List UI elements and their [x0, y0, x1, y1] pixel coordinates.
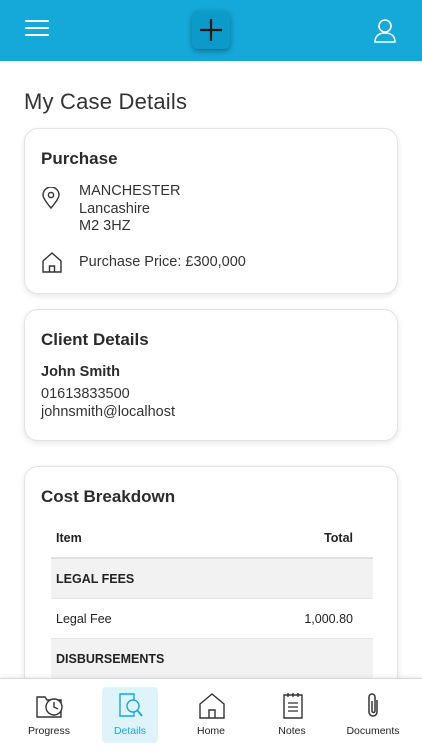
home-icon: [199, 693, 225, 719]
column-header-total: Total: [324, 531, 353, 545]
house-icon: [42, 252, 62, 273]
row-item: DISBURSEMENTS: [56, 652, 165, 666]
tab-progress[interactable]: Progress: [21, 687, 77, 743]
purchase-price: Purchase Price: £300,000: [79, 254, 246, 270]
tab-label: Notes: [278, 725, 306, 737]
table-header: Item Total: [51, 517, 373, 559]
purchase-card: Purchase MANCHESTER Lancashire M2 3HZ Pu…: [24, 128, 398, 294]
add-button[interactable]: [192, 11, 230, 49]
top-app-bar: [0, 0, 422, 61]
table-row: LEGAL FEES: [51, 559, 373, 599]
tab-home[interactable]: Home: [183, 687, 239, 743]
address-line: MANCHESTER: [79, 183, 181, 199]
purchase-address: MANCHESTER Lancashire M2 3HZ: [79, 183, 181, 236]
client-details-card: Client Details John Smith 01613833500 jo…: [24, 309, 398, 441]
column-header-item: Item: [56, 531, 82, 545]
cost-table: Item Total LEGAL FEES Legal Fee 1,000.80…: [51, 517, 373, 678]
row-item: LEGAL FEES: [56, 572, 135, 586]
client-phone[interactable]: 01613833500: [41, 386, 130, 402]
tab-documents[interactable]: Documents: [345, 687, 401, 743]
purchase-card-title: Purchase: [41, 149, 118, 168]
bottom-tab-bar: Progress Details Home Notes Documents: [0, 678, 422, 750]
user-profile-icon[interactable]: [372, 18, 398, 44]
main-content: My Case Details Purchase MANCHESTER Lanc…: [0, 61, 422, 678]
tab-label: Home: [196, 725, 225, 737]
address-line: Lancashire: [79, 200, 150, 217]
hamburger-menu-icon[interactable]: [25, 20, 49, 40]
paperclip-icon: [368, 693, 378, 717]
tab-label: Details: [113, 725, 147, 737]
cost-card-title: Cost Breakdown: [41, 487, 176, 506]
address-line: M2 3HZ: [79, 218, 131, 234]
tab-notes[interactable]: Notes: [264, 687, 320, 743]
row-total: 1,000.80: [304, 612, 353, 626]
page-title: My Case Details: [24, 89, 188, 114]
search-document-icon: [119, 693, 143, 717]
plus-icon: [200, 19, 222, 41]
cost-breakdown-card: Cost Breakdown Item Total LEGAL FEES Leg…: [24, 466, 398, 678]
tab-label: Documents: [346, 725, 400, 737]
row-item: Legal Fee: [56, 612, 112, 626]
table-row: Legal Fee 1,000.80: [51, 599, 373, 639]
tab-label: Progress: [27, 725, 70, 737]
tab-details[interactable]: Details: [102, 687, 158, 743]
notepad-icon: [283, 693, 303, 719]
table-row: DISBURSEMENTS: [51, 639, 373, 678]
client-name: John Smith: [41, 364, 120, 380]
client-email[interactable]: johnsmith@localhost: [41, 404, 175, 420]
client-card-title: Client Details: [41, 330, 149, 349]
location-pin-icon: [42, 187, 60, 209]
progress-clock-icon: [36, 696, 63, 718]
